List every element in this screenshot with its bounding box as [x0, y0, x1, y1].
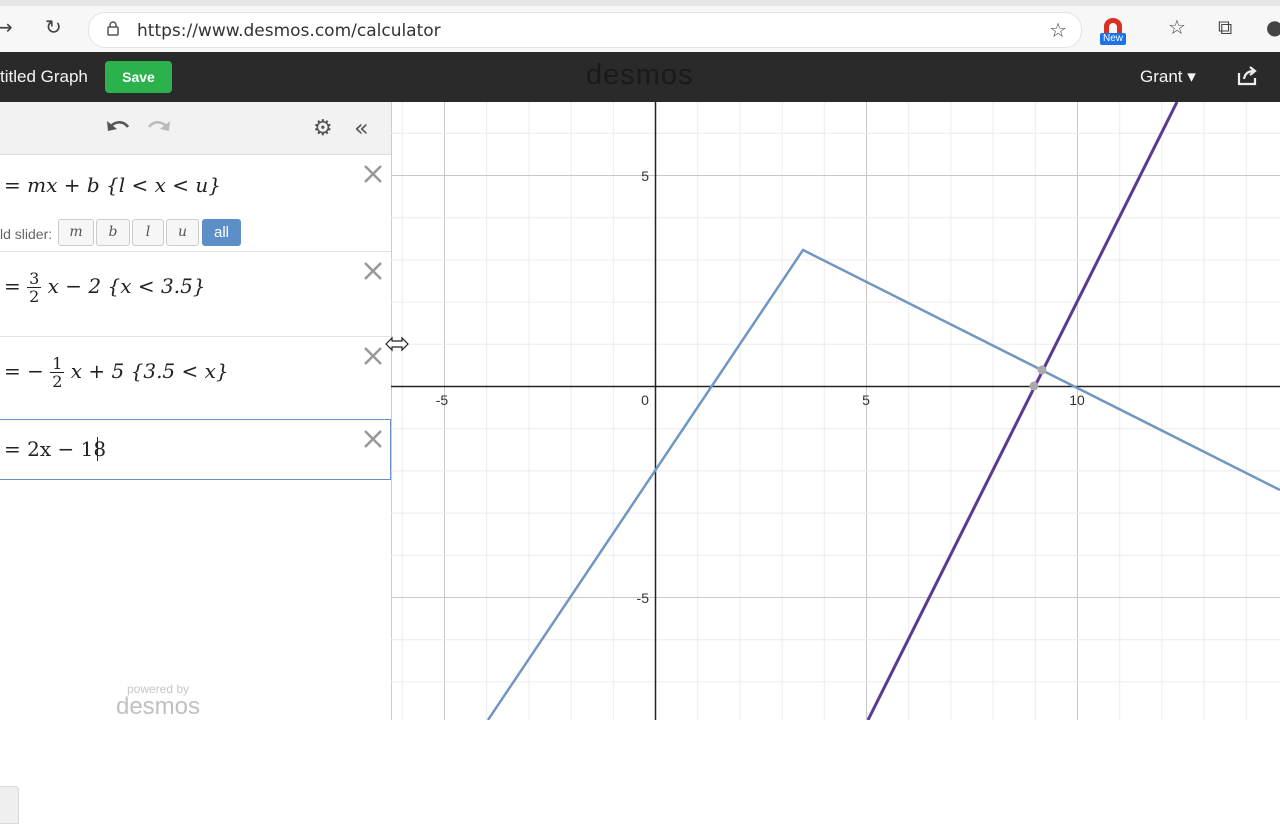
slider-button-b[interactable]: b	[96, 219, 130, 246]
desmos-logo: desmos	[586, 59, 694, 91]
delete-expression-icon[interactable]	[362, 260, 384, 282]
expression-3-math[interactable]: = − 1 2 x + 5 {3.5 < x}	[4, 355, 229, 390]
keypad-toggle[interactable]	[0, 786, 19, 824]
y-tick-label: 5	[641, 168, 649, 184]
powered-by-desmos[interactable]: powered by desmos	[112, 682, 204, 720]
delete-expression-icon[interactable]	[362, 163, 384, 185]
undo-icon[interactable]	[105, 117, 131, 137]
x-tick-label: 5	[862, 392, 870, 408]
y-tick-label: -5	[637, 590, 650, 606]
delete-expression-icon[interactable]	[362, 428, 384, 450]
bookmark-star-icon[interactable]: ☆	[1049, 18, 1067, 42]
extension-new-badge: New	[1100, 33, 1127, 45]
fraction-denominator: 2	[52, 372, 63, 391]
axes	[391, 102, 1280, 720]
intersection-point[interactable]	[1037, 365, 1047, 375]
expression-3-prefix: = −	[4, 359, 44, 383]
x-tick-label: 10	[1069, 392, 1085, 408]
favorites-icon[interactable]: ☆	[1168, 17, 1186, 37]
text-cursor	[97, 437, 98, 461]
add-slider-label: ld slider:	[0, 226, 53, 242]
settings-gear-icon[interactable]: ⚙	[313, 116, 333, 141]
desmos-header: titled Graph Save desmos Grant ▾	[0, 52, 1280, 102]
delete-expression-icon[interactable]	[362, 345, 384, 367]
expression-2-rest: x − 2 {x < 3.5}	[47, 274, 206, 298]
grid	[391, 102, 1280, 720]
url-text: https://www.desmos.com/calculator	[137, 21, 441, 41]
browser-toolbar: → ↻ https://www.desmos.com/calculator ☆ …	[0, 0, 1280, 53]
expression-2-prefix: =	[4, 274, 21, 298]
graph-title[interactable]: titled Graph	[0, 67, 88, 87]
piecewise-line[interactable]	[486, 248, 1280, 720]
slider-button-l[interactable]: l	[132, 219, 164, 246]
expression-row-3[interactable]: = − 1 2 x + 5 {3.5 < x}	[0, 337, 391, 420]
x-tick-label: -5	[436, 392, 449, 408]
refresh-icon[interactable]: ↻	[45, 17, 62, 37]
expression-row-2[interactable]: = 3 2 x − 2 {x < 3.5}	[0, 252, 391, 337]
save-button[interactable]: Save	[105, 61, 172, 93]
expression-2-math[interactable]: = 3 2 x − 2 {x < 3.5}	[4, 270, 206, 305]
resize-cursor-icon	[385, 336, 409, 352]
share-icon[interactable]	[1236, 66, 1258, 86]
fraction-numerator: 1	[50, 354, 65, 373]
x-tick-label: 0	[641, 392, 649, 408]
profile-icon[interactable]: ●	[1266, 17, 1280, 37]
x-intercept-point[interactable]	[1029, 381, 1039, 391]
address-bar[interactable]: https://www.desmos.com/calculator ☆	[88, 12, 1082, 48]
expression-panel: ⚙ « = mx + b {l < x < u} ld slider: m b …	[0, 102, 392, 824]
redo-icon[interactable]	[146, 117, 172, 137]
fraction-numerator: 3	[27, 269, 42, 288]
fraction-denominator: 2	[29, 287, 40, 306]
slider-button-all[interactable]: all	[202, 219, 241, 246]
line-2x-minus-18[interactable]	[866, 102, 1179, 720]
user-menu[interactable]: Grant ▾	[1140, 67, 1196, 87]
graph-paper[interactable]: -5 0 5 10 5 -5	[391, 102, 1280, 720]
expression-row-1[interactable]: = mx + b {l < x < u} ld slider: m b l u …	[0, 155, 391, 252]
lock-icon	[107, 21, 119, 36]
tab-strip	[0, 0, 1280, 6]
expression-3-rest: x + 5 {3.5 < x}	[70, 359, 229, 383]
slider-button-u[interactable]: u	[166, 219, 199, 246]
expression-1-math[interactable]: = mx + b {l < x < u}	[4, 173, 221, 197]
expression-toolbar: ⚙ «	[0, 102, 391, 155]
slider-button-m[interactable]: m	[58, 219, 94, 246]
forward-icon[interactable]: →	[0, 17, 13, 37]
collections-icon[interactable]: ⧉	[1218, 17, 1232, 37]
fraction: 3 2	[27, 269, 42, 306]
collapse-panel-icon[interactable]: «	[354, 114, 369, 142]
expression-row-4[interactable]: = 2x − 18	[0, 419, 391, 480]
powered-by-logo: desmos	[115, 693, 201, 720]
fraction: 1 2	[50, 354, 65, 391]
expression-4-math[interactable]: = 2x − 18	[4, 437, 106, 461]
